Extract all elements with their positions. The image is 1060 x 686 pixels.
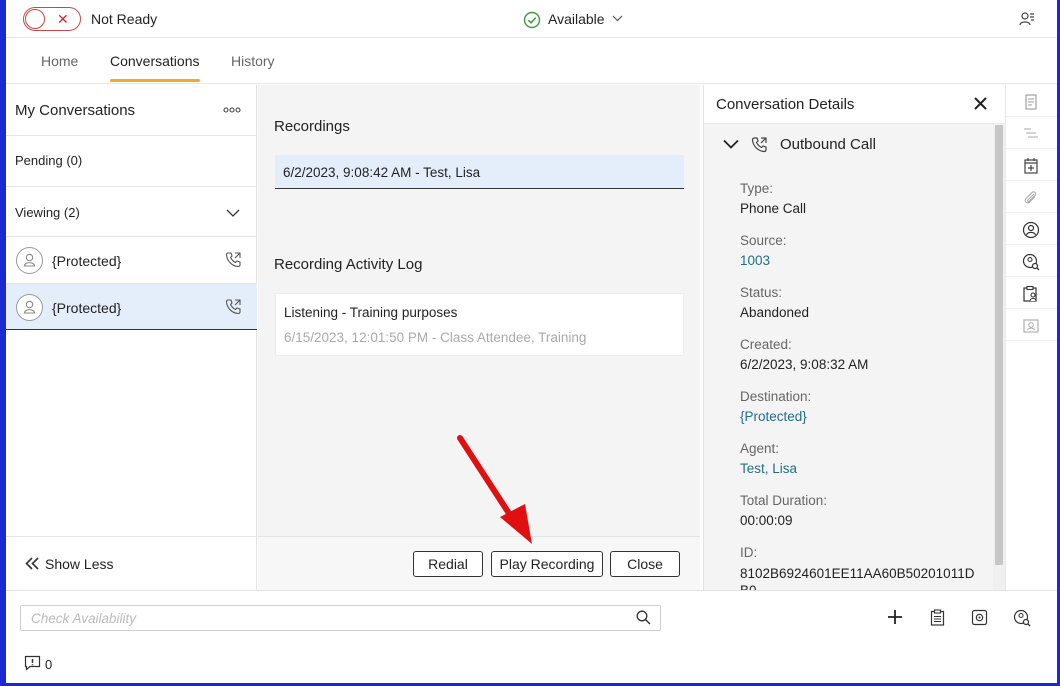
double-chevron-left-icon: [25, 557, 40, 570]
annotation-arrow: [446, 432, 546, 552]
call-title: Outbound Call: [780, 136, 876, 153]
show-less-label: Show Less: [45, 556, 114, 572]
activity-log-title: Recording Activity Log: [274, 256, 423, 273]
rail-item-contact[interactable]: [1006, 213, 1057, 245]
scrollbar-thumb[interactable]: [995, 125, 1003, 565]
source-link[interactable]: 1003: [740, 253, 770, 268]
chevron-down-icon[interactable]: [612, 15, 623, 22]
search-icon[interactable]: [636, 610, 651, 625]
close-icon[interactable]: [974, 97, 987, 110]
viewing-section[interactable]: Viewing (2): [6, 186, 257, 237]
phone-outbound-icon: [751, 136, 768, 153]
agent-link[interactable]: Test, Lisa: [740, 461, 797, 476]
details-header: Conversation Details: [704, 85, 1005, 124]
field-value: 00:00:09: [740, 513, 793, 528]
notification-icon[interactable]: [24, 655, 41, 671]
my-conversations-panel: My Conversations Pending (0) Viewing (2)…: [6, 85, 257, 590]
chevron-down-icon[interactable]: [723, 139, 739, 149]
rail-item-id-card[interactable]: [1006, 309, 1057, 341]
rail-item-schedule[interactable]: [1006, 149, 1057, 181]
close-button[interactable]: Close: [610, 551, 680, 577]
field-value: Abandoned: [740, 305, 810, 320]
field-value: Phone Call: [740, 201, 807, 216]
status-toggle[interactable]: ✕: [23, 7, 81, 31]
recordings-title: Recordings: [274, 118, 350, 135]
agent-desktop-window: ✕ Not Ready Available Home Conversations…: [6, 0, 1057, 683]
status-label: Not Ready: [91, 11, 158, 27]
main-tabs: Home Conversations History: [6, 39, 1057, 84]
field-value: 8102B6924601EE11AA60B50201011DB0: [740, 566, 975, 590]
toggle-knob: [25, 9, 45, 29]
avatar: [16, 294, 43, 321]
x-icon: ✕: [57, 11, 69, 27]
redial-button[interactable]: Redial: [413, 551, 483, 577]
show-less-button[interactable]: Show Less: [6, 536, 257, 590]
conversation-name: {Protected}: [52, 253, 122, 269]
field-label: ID:: [740, 545, 758, 560]
settings-panel-icon[interactable]: [971, 609, 988, 626]
rail-item-contact-search[interactable]: [1006, 245, 1057, 277]
rail-item-notes[interactable]: [1006, 85, 1057, 117]
field-label: Total Duration:: [740, 493, 828, 508]
phone-outbound-icon: [225, 298, 242, 315]
field-label: Type:: [740, 181, 774, 196]
conversation-item[interactable]: {Protected}: [6, 236, 257, 283]
destination-link[interactable]: {Protected}: [740, 409, 807, 424]
conversation-item-selected[interactable]: {Protected}: [6, 283, 257, 330]
phone-outbound-icon: [225, 251, 242, 268]
activity-log-entry: Listening - Training purposes 6/15/2023,…: [275, 293, 684, 356]
clipboard-icon[interactable]: [930, 609, 945, 626]
pending-section[interactable]: Pending (0): [6, 135, 257, 186]
field-value: 6/2/2023, 9:08:32 AM: [740, 357, 869, 372]
tab-history[interactable]: History: [231, 53, 275, 69]
top-bar: ✕ Not Ready Available: [6, 0, 1057, 38]
viewing-label: Viewing (2): [15, 205, 80, 220]
tab-home[interactable]: Home: [41, 53, 78, 69]
panel-title: My Conversations: [15, 102, 136, 119]
chevron-down-icon[interactable]: [226, 209, 240, 217]
log-action: Listening - Training purposes: [284, 305, 458, 320]
avatar: [16, 247, 43, 274]
bottom-bar: 0: [6, 590, 1057, 683]
field-label: Status:: [740, 285, 783, 300]
check-availability-input[interactable]: [20, 605, 661, 631]
field-label: Source:: [740, 233, 787, 248]
more-options-icon[interactable]: [223, 107, 241, 113]
plus-icon[interactable]: [887, 609, 903, 625]
active-tab-indicator: [110, 79, 200, 82]
contact-search-icon[interactable]: [1013, 609, 1031, 627]
recording-label: 6/2/2023, 9:08:42 AM - Test, Lisa: [283, 165, 481, 180]
field-label: Agent:: [740, 441, 780, 456]
conversation-details-panel: Conversation Details Outbound Call Type:…: [703, 85, 1005, 590]
details-scrollbar[interactable]: [993, 125, 1005, 590]
side-toolbar: [1005, 85, 1057, 590]
recording-item[interactable]: 6/2/2023, 9:08:42 AM - Test, Lisa: [275, 155, 684, 189]
rail-item-attachments[interactable]: [1006, 181, 1057, 213]
pending-label: Pending (0): [15, 153, 83, 168]
notification-count: 0: [45, 657, 53, 672]
log-meta: 6/15/2023, 12:01:50 PM - Class Attendee,…: [284, 330, 587, 345]
details-title: Conversation Details: [716, 96, 855, 113]
details-body: Outbound Call Type: Phone Call Source: 1…: [704, 125, 993, 590]
conversation-name: {Protected}: [52, 300, 122, 316]
field-label: Destination:: [740, 389, 812, 404]
user-menu-icon[interactable]: [1019, 11, 1035, 27]
play-recording-button[interactable]: Play Recording: [491, 551, 603, 577]
tab-conversations[interactable]: Conversations: [110, 53, 200, 69]
check-circle-icon: [523, 11, 541, 29]
rail-item-clipboard-user[interactable]: [1006, 277, 1057, 309]
availability-dropdown[interactable]: Available: [548, 11, 605, 27]
field-label: Created:: [740, 337, 792, 352]
rail-item-list[interactable]: [1006, 117, 1057, 149]
